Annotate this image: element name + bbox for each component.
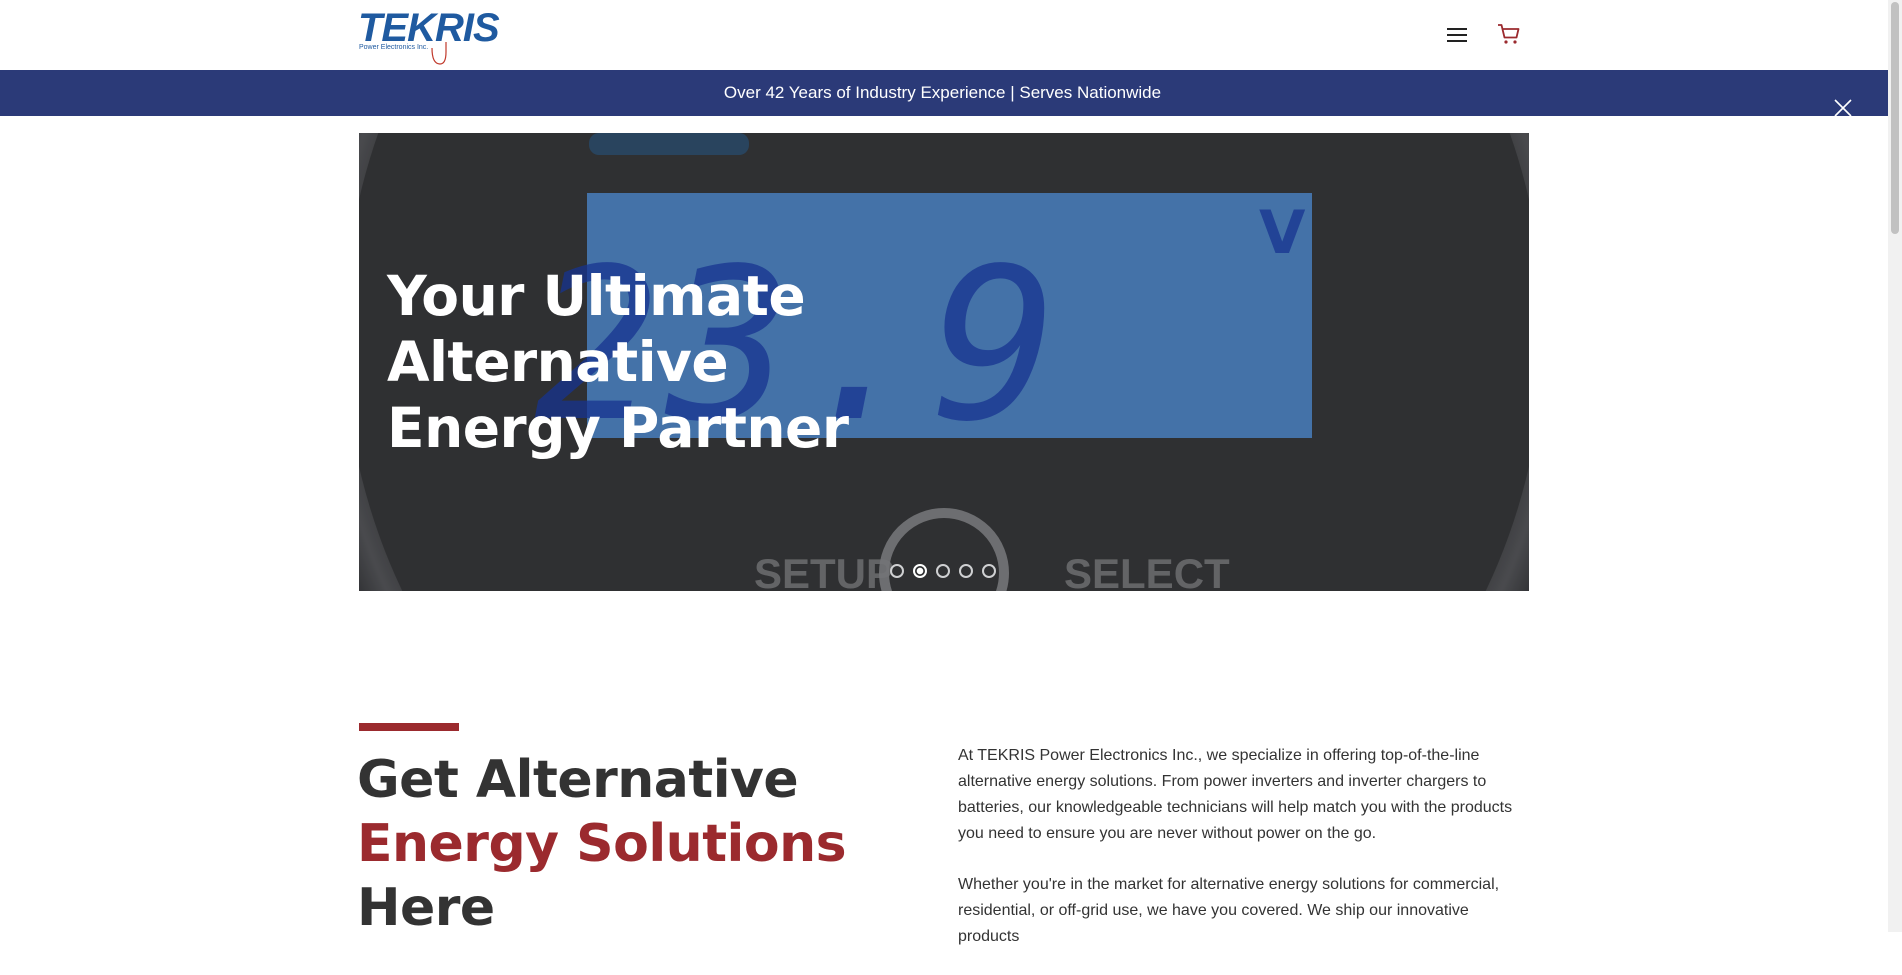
close-icon[interactable] [1832, 97, 1854, 119]
logo-tagline: Power Electronics Inc. [359, 44, 429, 51]
shopping-cart-icon[interactable] [1497, 22, 1521, 46]
slide-dot-1[interactable] [890, 564, 904, 578]
intro-heading-line: Get Alternative [357, 750, 799, 810]
intro-heading-line: Here [357, 878, 495, 938]
intro-paragraph: Whether you're in the market for alterna… [958, 876, 1500, 945]
scrollbar-thumb[interactable] [1891, 2, 1899, 234]
hero-title-line: Alternative [387, 330, 729, 394]
hero-title-line: Energy Partner [387, 396, 849, 460]
page-scrollbar[interactable] [1888, 0, 1902, 932]
slide-dot-5[interactable] [982, 564, 996, 578]
intro-heading-accent: Energy Solutions [357, 814, 847, 874]
intro-body: At TEKRIS Power Electronics Inc., we spe… [958, 743, 1528, 975]
hero-title-line: Your Ultimate [387, 264, 806, 328]
intro-heading: Get Alternative Energy Solutions Here [357, 748, 847, 940]
slide-dot-4[interactable] [959, 564, 973, 578]
slide-dot-2[interactable] [913, 564, 927, 578]
hamburger-menu-icon[interactable] [1446, 24, 1468, 46]
hero-title: Your Ultimate Alternative Energy Partner [387, 263, 907, 461]
hero-slider[interactable]: 23.9 V SETUP SELECT Your Ultimate Altern… [359, 133, 1529, 591]
tekris-logo[interactable]: TEKRIS Power Electronics Inc. [358, 6, 500, 65]
announcement-bar: Over 42 Years of Industry Experience | S… [0, 70, 1888, 119]
section-accent-divider [359, 723, 459, 731]
site-header: TEKRIS Power Electronics Inc. [0, 0, 1888, 70]
intro-paragraph: At TEKRIS Power Electronics Inc., we spe… [958, 747, 1513, 842]
logo-wordmark: TEKRIS [358, 6, 500, 50]
slide-dot-3[interactable] [936, 564, 950, 578]
logo-wire-icon [431, 42, 447, 65]
announcement-text: Over 42 Years of Industry Experience | S… [723, 83, 1162, 102]
slider-pagination [890, 564, 996, 578]
